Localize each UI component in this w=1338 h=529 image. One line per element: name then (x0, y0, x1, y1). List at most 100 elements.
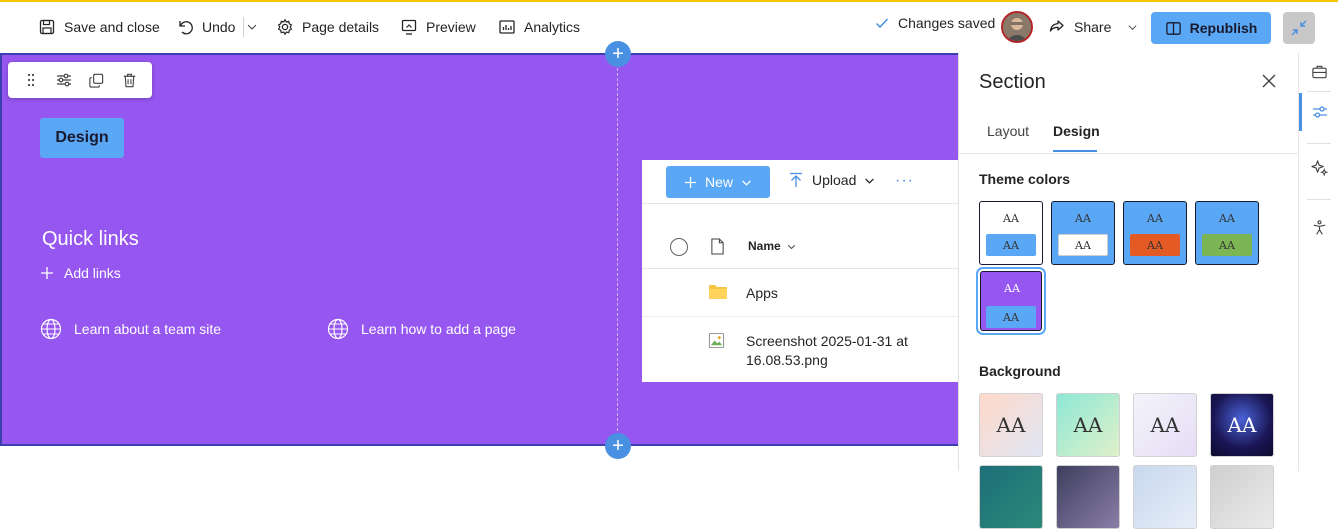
duplicate-icon[interactable] (85, 68, 109, 92)
doclib-command-bar: New Upload ··· (642, 160, 958, 204)
add-links-label: Add links (64, 265, 121, 281)
theme-color-option[interactable]: AA AA (1195, 201, 1259, 265)
tab-design[interactable]: Design (1053, 123, 1100, 139)
background-option[interactable]: AA (1056, 393, 1120, 457)
select-all-checkbox[interactable] (670, 238, 688, 256)
command-bar: Save and close Undo Page details Preview… (0, 0, 1338, 52)
list-item[interactable]: Apps (642, 270, 958, 317)
collapse-arrows-icon (1290, 19, 1308, 37)
name-column-header[interactable]: Name (748, 239, 796, 253)
background-option[interactable] (1133, 465, 1197, 529)
add-section-bottom-button[interactable]: + (605, 433, 631, 459)
background-option[interactable] (979, 465, 1043, 529)
add-links-button[interactable]: Add links (40, 265, 121, 281)
share-icon (1048, 18, 1066, 36)
active-tab-indicator (1053, 150, 1097, 152)
share-button[interactable]: Share (1048, 15, 1138, 39)
aa-sample-accent: AA (986, 306, 1036, 328)
quick-link-label: Learn about a team site (74, 321, 222, 337)
republish-label: Republish (1189, 20, 1258, 36)
chevron-down-icon (741, 177, 752, 188)
toolbox-icon[interactable] (1311, 63, 1328, 80)
save-and-close-button[interactable]: Save and close (38, 15, 160, 39)
save-icon (38, 18, 56, 36)
list-item-name: Screenshot 2025-01-31 at 16.08.53.png (746, 333, 908, 368)
background-option[interactable]: AA (979, 393, 1043, 457)
aa-sample: AA (1150, 413, 1180, 437)
design-tag: Design (40, 118, 124, 158)
globe-icon (327, 318, 349, 340)
preview-label: Preview (426, 19, 476, 35)
more-options-button[interactable]: ··· (895, 172, 914, 190)
list-item-name: Apps (746, 285, 778, 301)
close-icon[interactable] (1261, 73, 1277, 89)
avatar[interactable] (1001, 11, 1033, 43)
pane-title: Section (979, 71, 1046, 93)
plus-icon (40, 266, 54, 280)
theme-color-option[interactable]: AA AA (979, 201, 1043, 265)
sparkle-icon[interactable] (1311, 159, 1328, 176)
list-item[interactable]: Screenshot 2025-01-31 at 16.08.53.png (642, 318, 958, 382)
share-label: Share (1074, 19, 1112, 35)
undo-icon (176, 18, 194, 36)
delete-icon[interactable] (118, 68, 142, 92)
aa-sample: AA (1073, 413, 1103, 437)
rail-divider (1307, 91, 1331, 92)
section-properties-pane: Section Layout Design Theme colors AA AA… (958, 53, 1299, 529)
properties-icon[interactable] (1311, 103, 1329, 121)
chevron-down-icon (1127, 22, 1138, 33)
new-button[interactable]: New (666, 166, 770, 198)
plus-icon: + (612, 435, 624, 457)
background-option[interactable]: AA (1133, 393, 1197, 457)
accessibility-icon[interactable] (1311, 219, 1328, 236)
quick-link-team-site[interactable]: Learn about a team site (40, 318, 221, 340)
drag-handle-icon[interactable] (19, 68, 43, 92)
undo-label: Undo (202, 19, 236, 35)
aa-sample: AA (1004, 282, 1020, 295)
section-toolbar (8, 62, 152, 98)
aa-sample: AA (1227, 413, 1257, 437)
gear-icon (276, 18, 294, 36)
aa-sample: AA (996, 413, 1026, 437)
theme-colors-heading: Theme colors (979, 171, 1071, 187)
theme-color-option[interactable]: AA AA (1051, 201, 1115, 265)
page-details-button[interactable]: Page details (276, 15, 379, 39)
chevron-down-icon (246, 21, 258, 33)
undo-history-dropdown[interactable] (246, 15, 258, 39)
chevron-down-icon (787, 242, 796, 251)
add-section-top-button[interactable]: + (605, 41, 631, 67)
background-option[interactable]: AA (1210, 393, 1274, 457)
aa-sample: AA (1147, 212, 1163, 225)
image-file-icon (708, 332, 725, 349)
collapse-pane-button[interactable] (1283, 12, 1315, 44)
upload-button[interactable]: Upload (788, 172, 875, 188)
upload-label: Upload (812, 172, 857, 188)
checkmark-icon (874, 15, 890, 31)
theme-color-option[interactable]: AA AA (1123, 201, 1187, 265)
new-label: New (704, 174, 733, 190)
undo-button[interactable]: Undo (176, 15, 235, 39)
name-column-label: Name (748, 239, 781, 253)
analytics-button[interactable]: Analytics (498, 15, 580, 39)
edit-properties-icon[interactable] (52, 68, 76, 92)
theme-color-option-selected[interactable]: AA AA (976, 267, 1046, 335)
right-rail (1298, 53, 1338, 471)
page-details-label: Page details (302, 19, 380, 35)
file-type-icon (710, 238, 725, 255)
book-open-icon (1165, 20, 1182, 37)
aa-sample-accent: AA (1058, 234, 1108, 256)
document-library-webpart: New Upload ··· Name Apps Screenshot 2025… (642, 160, 958, 382)
quick-link-add-page[interactable]: Learn how to add a page (327, 318, 516, 340)
upload-icon (788, 172, 804, 188)
plus-icon: + (612, 43, 624, 65)
republish-button[interactable]: Republish (1151, 12, 1271, 44)
aa-sample: AA (1219, 212, 1235, 225)
preview-button[interactable]: Preview (400, 15, 476, 39)
preview-icon (400, 18, 418, 36)
rail-divider (1307, 199, 1331, 200)
quick-link-label: Learn how to add a page (361, 321, 516, 337)
background-option[interactable] (1056, 465, 1120, 529)
tab-layout[interactable]: Layout (987, 123, 1029, 139)
aa-sample-accent: AA (986, 234, 1036, 256)
background-option[interactable] (1210, 465, 1274, 529)
